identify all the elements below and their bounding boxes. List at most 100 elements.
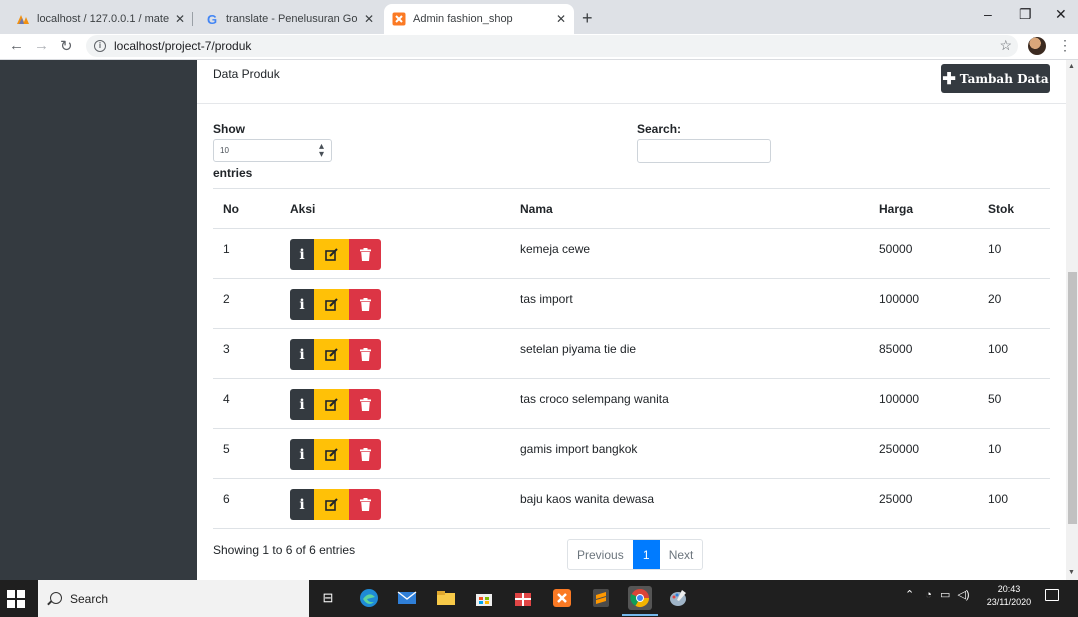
cell-stok: 20 [988, 292, 1002, 306]
entries-select[interactable]: 10 ▴ ▾ [213, 139, 332, 162]
cell-nama: kemeja cewe [520, 242, 591, 256]
delete-button[interactable] [349, 439, 381, 470]
delete-button[interactable] [349, 389, 381, 420]
forward-arrow-icon[interactable]: → [34, 37, 49, 54]
address-bar[interactable]: i localhost/project-7/produk ☆ [86, 35, 1018, 57]
chrome-icon[interactable] [622, 586, 658, 616]
browser-menu-icon[interactable]: ⋮ [1058, 37, 1072, 54]
browser-tab-admin[interactable]: Admin fashion_shop ✕ [384, 4, 574, 34]
browser-tab-google[interactable]: G translate - Penelusuran Google ✕ [197, 4, 382, 34]
url-text: localhost/project-7/produk [114, 39, 252, 53]
windows-taskbar: Search ⊟ ⌃ ◔ ▭ ◁) 20:43 23/11/2020 [0, 580, 1078, 617]
new-tab-button[interactable]: + [582, 8, 593, 29]
info-button[interactable]: i [290, 439, 314, 470]
column-header-aksi[interactable]: Aksi [280, 189, 510, 229]
bookmark-star-icon[interactable]: ☆ [999, 37, 1012, 54]
file-explorer-icon[interactable] [434, 586, 458, 610]
system-tray[interactable]: ⌃ ◔ ▭ ◁) [905, 588, 970, 601]
add-data-button[interactable]: ✚ Tambah Data [941, 64, 1050, 93]
chevron-up-icon[interactable]: ⌃ [905, 589, 914, 601]
info-button[interactable]: i [290, 289, 314, 320]
close-window-button[interactable]: ✕ [1055, 6, 1067, 23]
column-header-stok[interactable]: Stok [978, 189, 1050, 229]
table-row: 6 i baju kaos wanita dewasa 25000 100 [213, 479, 1050, 529]
edit-icon [325, 348, 338, 361]
column-header-harga[interactable]: Harga [869, 189, 978, 229]
info-button[interactable]: i [290, 239, 314, 270]
cell-nama: setelan piyama tie die [520, 342, 637, 356]
mail-icon[interactable] [395, 586, 419, 610]
xampp-icon [392, 12, 406, 26]
edit-button[interactable] [314, 489, 349, 520]
close-icon[interactable]: ✕ [556, 12, 566, 26]
task-view-icon[interactable]: ⊟ [316, 586, 340, 610]
tab-title: Admin fashion_shop [413, 13, 513, 25]
info-button[interactable]: i [290, 389, 314, 420]
cell-nama: gamis import bangkok [520, 442, 638, 456]
minimize-button[interactable]: – [984, 6, 992, 22]
store-icon[interactable] [472, 586, 496, 610]
tab-title: translate - Penelusuran Google [226, 13, 358, 25]
battery-icon[interactable]: ▭ [940, 589, 950, 601]
trash-icon [359, 248, 371, 261]
reload-icon[interactable]: ↻ [60, 37, 73, 55]
edit-button[interactable] [314, 389, 349, 420]
taskbar-clock[interactable]: 20:43 23/11/2020 [982, 583, 1036, 609]
edge-icon[interactable] [357, 586, 381, 610]
edit-button[interactable] [314, 239, 349, 270]
table-row: 3 i setelan piyama tie die 85000 100 [213, 329, 1050, 379]
taskbar-search[interactable]: Search [38, 580, 309, 617]
clock-time: 20:43 [997, 584, 1021, 594]
search-input[interactable] [637, 139, 771, 163]
trash-icon [359, 448, 371, 461]
notification-icon[interactable] [1045, 589, 1059, 601]
scroll-up-arrow-icon[interactable]: ▲ [1068, 63, 1075, 70]
delete-button[interactable] [349, 489, 381, 520]
paint-app-icon[interactable] [666, 586, 690, 610]
back-arrow-icon[interactable]: ← [9, 37, 24, 54]
action-group: i [290, 239, 381, 270]
edit-icon [325, 498, 338, 511]
admin-sidebar [0, 60, 197, 580]
delete-button[interactable] [349, 289, 381, 320]
search-icon [50, 591, 62, 604]
info-button[interactable]: i [290, 489, 314, 520]
scrollbar-thumb[interactable] [1068, 272, 1077, 524]
edit-button[interactable] [314, 439, 349, 470]
edit-button[interactable] [314, 339, 349, 370]
edit-icon [325, 298, 338, 311]
close-icon[interactable]: ✕ [175, 12, 185, 26]
page-1-button[interactable]: 1 [632, 540, 660, 569]
network-icon[interactable]: ◔ [925, 589, 932, 601]
info-button[interactable]: i [290, 339, 314, 370]
close-icon[interactable]: ✕ [364, 12, 374, 26]
xampp-taskbar-icon[interactable] [550, 586, 574, 610]
select-caret-icon: ▴ ▾ [318, 141, 324, 160]
column-header-nama[interactable]: Nama [510, 189, 869, 229]
site-info-icon[interactable]: i [94, 40, 106, 52]
restore-button[interactable]: ❐ [1019, 6, 1032, 23]
cell-aksi: i [280, 279, 510, 329]
cell-stok: 10 [988, 442, 1002, 456]
column-header-no[interactable]: No [213, 189, 280, 229]
cell-harga: 85000 [879, 342, 913, 356]
browser-tab-phpmyadmin[interactable]: localhost / 127.0.0.1 / materi_pe ✕ [8, 4, 193, 34]
gift-app-icon[interactable] [511, 586, 535, 610]
edit-button[interactable] [314, 289, 349, 320]
cell-no: 2 [223, 292, 230, 306]
sublime-text-icon[interactable] [589, 586, 613, 610]
taskbar-search-placeholder: Search [70, 591, 109, 606]
next-page-button[interactable]: Next [660, 540, 703, 569]
cell-harga: 100000 [879, 392, 920, 406]
profile-avatar[interactable] [1028, 37, 1046, 55]
tab-title: localhost / 127.0.0.1 / materi_pe [37, 13, 169, 25]
delete-button[interactable] [349, 339, 381, 370]
scroll-down-arrow-icon[interactable]: ▼ [1068, 569, 1075, 576]
windows-start-icon[interactable] [6, 589, 26, 609]
volume-icon[interactable]: ◁) [957, 589, 969, 601]
svg-text:G: G [207, 12, 217, 26]
table-header-row: No Aksi Nama Harga Stok [213, 188, 1050, 229]
delete-button[interactable] [349, 239, 381, 270]
previous-page-button[interactable]: Previous [568, 540, 633, 569]
table-row: 5 i gamis import bangkok 250000 10 [213, 429, 1050, 479]
